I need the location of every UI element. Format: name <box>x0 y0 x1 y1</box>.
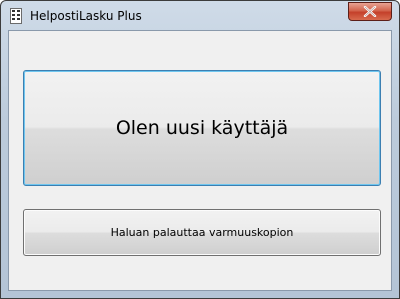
restore-backup-button-label: Haluan palauttaa varmuuskopion <box>110 226 294 239</box>
app-window: HelpostiLasku Plus Olen uusi käyttäjä Ha… <box>0 0 400 299</box>
title-bar[interactable]: HelpostiLasku Plus <box>1 1 399 31</box>
close-button[interactable] <box>348 2 392 21</box>
new-user-button[interactable]: Olen uusi käyttäjä <box>23 70 381 186</box>
document-app-icon[interactable] <box>10 8 22 24</box>
restore-backup-button[interactable]: Haluan palauttaa varmuuskopion <box>23 209 381 256</box>
client-area: Olen uusi käyttäjä Haluan palauttaa varm… <box>8 30 392 291</box>
window-title: HelpostiLasku Plus <box>30 9 142 23</box>
close-icon <box>363 2 377 21</box>
new-user-button-label: Olen uusi käyttäjä <box>115 117 289 139</box>
